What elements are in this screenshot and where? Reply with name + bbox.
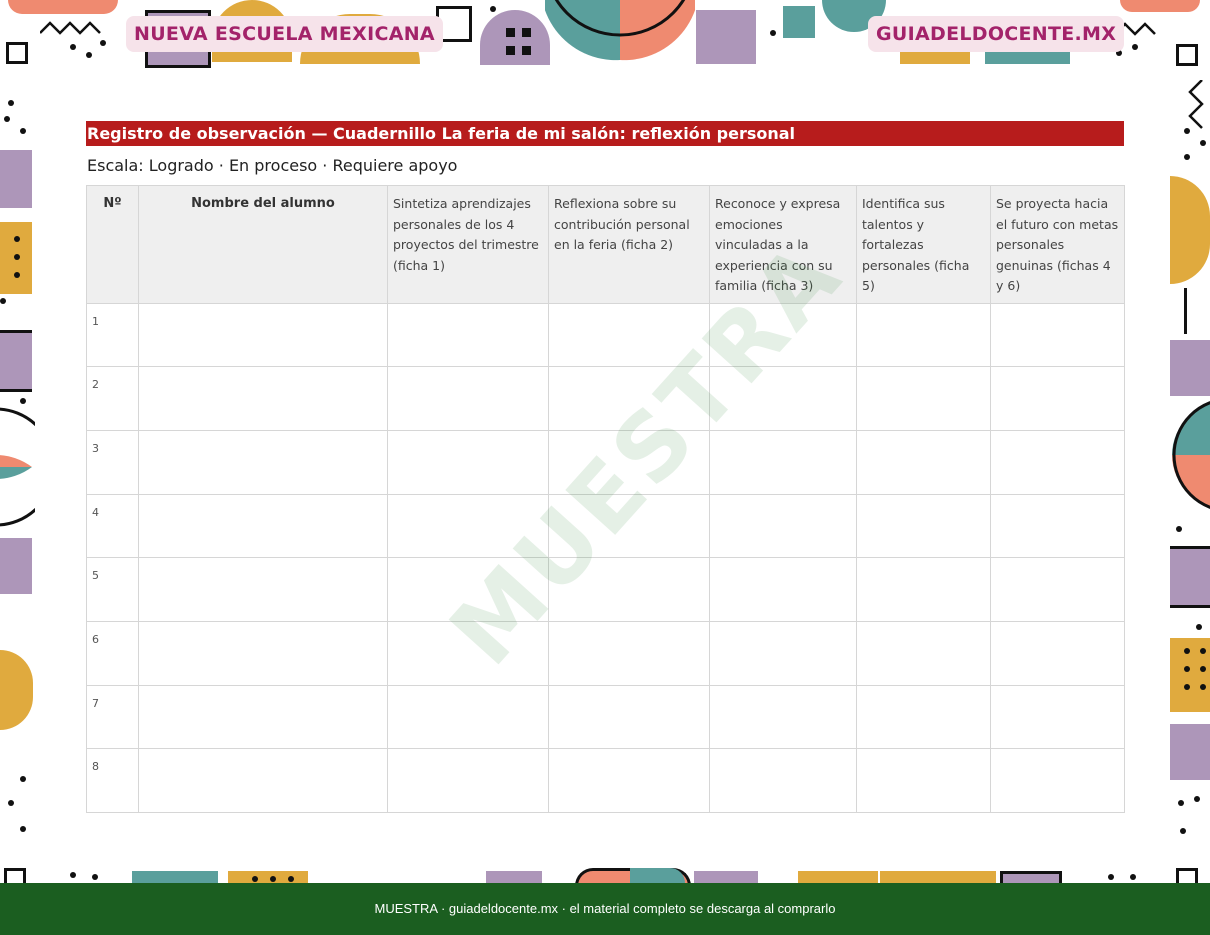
criterion-cell[interactable]: [990, 557, 1125, 622]
header-student-name: Nombre del alumno: [138, 185, 388, 304]
criterion-cell[interactable]: [548, 557, 710, 622]
row-number: 8: [86, 748, 139, 813]
row-number: 6: [86, 620, 139, 686]
brand-nueva-escuela-mexicana: NUEVA ESCUELA MEXICANA: [126, 16, 443, 52]
table-row: 4: [86, 493, 1125, 559]
criterion-cell[interactable]: [709, 366, 857, 431]
row-number: 4: [86, 493, 139, 559]
criterion-cell[interactable]: [548, 684, 710, 750]
table-header-row: Nº Nombre del alumno Sintetiza aprendiza…: [86, 185, 1125, 304]
criterion-cell[interactable]: [387, 302, 549, 368]
header-criterion-4: Identifica sus talentos y fortalezas per…: [856, 185, 991, 304]
rating-scale: Escala: Logrado · En proceso · Requiere …: [87, 156, 458, 175]
student-name-cell[interactable]: [138, 429, 388, 495]
criterion-cell[interactable]: [548, 493, 710, 559]
criterion-cell[interactable]: [856, 557, 991, 622]
observation-table: Nº Nombre del alumno Sintetiza aprendiza…: [86, 185, 1125, 813]
brand-guiadeldocente: GUIADELDOCENTE.MX: [868, 16, 1125, 52]
header-number: Nº: [86, 185, 139, 304]
criterion-cell[interactable]: [856, 302, 991, 368]
header-criterion-1: Sintetiza aprendizajes personales de los…: [387, 185, 549, 304]
criterion-cell[interactable]: [990, 429, 1125, 495]
student-name-cell[interactable]: [138, 557, 388, 622]
header-criterion-3: Reconoce y expresa emociones vinculadas …: [709, 185, 857, 304]
criterion-cell[interactable]: [709, 302, 857, 368]
criterion-cell[interactable]: [548, 748, 710, 813]
criterion-cell[interactable]: [990, 620, 1125, 686]
criterion-cell[interactable]: [387, 557, 549, 622]
criterion-cell[interactable]: [709, 620, 857, 686]
criterion-cell[interactable]: [709, 748, 857, 813]
criterion-cell[interactable]: [548, 366, 710, 431]
criterion-cell[interactable]: [548, 620, 710, 686]
criterion-cell[interactable]: [548, 302, 710, 368]
header-criterion-5: Se proyecta hacia el futuro con metas pe…: [990, 185, 1125, 304]
criterion-cell[interactable]: [856, 748, 991, 813]
criterion-cell[interactable]: [990, 684, 1125, 750]
criterion-cell[interactable]: [990, 748, 1125, 813]
criterion-cell[interactable]: [387, 684, 549, 750]
table-row: 7: [86, 684, 1125, 750]
document-title: Registro de observación — Cuadernillo La…: [86, 121, 1124, 146]
row-number: 7: [86, 684, 139, 750]
header-criterion-2: Reflexiona sobre su contribución persona…: [548, 185, 710, 304]
table-row: 5: [86, 557, 1125, 622]
criterion-cell[interactable]: [709, 493, 857, 559]
criterion-cell[interactable]: [856, 429, 991, 495]
criterion-cell[interactable]: [856, 493, 991, 559]
row-number: 3: [86, 429, 139, 495]
table-row: 8: [86, 748, 1125, 813]
criterion-cell[interactable]: [709, 684, 857, 750]
table-row: 3: [86, 429, 1125, 495]
student-name-cell[interactable]: [138, 684, 388, 750]
criterion-cell[interactable]: [709, 557, 857, 622]
criterion-cell[interactable]: [990, 366, 1125, 431]
criterion-cell[interactable]: [387, 429, 549, 495]
row-number: 5: [86, 557, 139, 622]
student-name-cell[interactable]: [138, 302, 388, 368]
criterion-cell[interactable]: [548, 429, 710, 495]
criterion-cell[interactable]: [990, 302, 1125, 368]
table-row: 1: [86, 302, 1125, 368]
criterion-cell[interactable]: [387, 366, 549, 431]
student-name-cell[interactable]: [138, 620, 388, 686]
criterion-cell[interactable]: [387, 620, 549, 686]
table-row: 6: [86, 620, 1125, 686]
row-number: 2: [86, 366, 139, 431]
criterion-cell[interactable]: [387, 493, 549, 559]
criterion-cell[interactable]: [387, 748, 549, 813]
criterion-cell[interactable]: [709, 429, 857, 495]
table-row: 2: [86, 366, 1125, 431]
student-name-cell[interactable]: [138, 366, 388, 431]
criterion-cell[interactable]: [856, 684, 991, 750]
student-name-cell[interactable]: [138, 748, 388, 813]
student-name-cell[interactable]: [138, 493, 388, 559]
row-number: 1: [86, 302, 139, 368]
criterion-cell[interactable]: [990, 493, 1125, 559]
criterion-cell[interactable]: [856, 620, 991, 686]
criterion-cell[interactable]: [856, 366, 991, 431]
footer-banner: MUESTRA · guiadeldocente.mx · el materia…: [0, 883, 1210, 935]
